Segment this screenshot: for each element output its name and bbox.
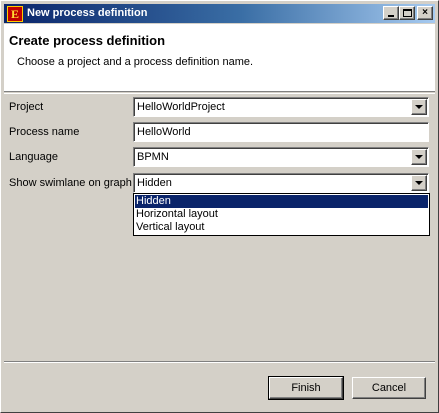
- process-name-input[interactable]: [136, 125, 424, 139]
- swimlane-label: Show swimlane on graph: [9, 177, 132, 189]
- swimlane-option-horizontal[interactable]: Horizontal layout: [135, 208, 428, 221]
- language-label: Language: [9, 151, 58, 163]
- project-select[interactable]: HelloWorldProject: [133, 97, 429, 117]
- chevron-down-icon: [415, 155, 423, 159]
- language-select[interactable]: BPMN: [133, 147, 429, 167]
- page-description: Choose a project and a process definitio…: [17, 56, 254, 68]
- minimize-button[interactable]: [383, 6, 399, 20]
- project-value: HelloWorldProject: [137, 101, 225, 113]
- footer-divider: [4, 361, 435, 363]
- swimlane-value: Hidden: [137, 177, 172, 189]
- close-icon: ×: [422, 7, 428, 18]
- app-icon: E: [7, 6, 23, 22]
- swimlane-options-list: Hidden Horizontal layout Vertical layout: [133, 193, 430, 236]
- maximize-icon: [403, 9, 412, 17]
- chevron-down-icon: [415, 181, 423, 185]
- close-button[interactable]: ×: [417, 6, 433, 20]
- project-label: Project: [9, 101, 44, 113]
- project-dropdown-button[interactable]: [411, 99, 427, 115]
- swimlane-option-hidden[interactable]: Hidden: [135, 195, 428, 208]
- maximize-button[interactable]: [399, 6, 415, 20]
- swimlane-dropdown-button[interactable]: [411, 175, 427, 191]
- window-title: New process definition: [27, 7, 148, 19]
- finish-button[interactable]: Finish: [268, 376, 344, 400]
- page-title: Create process definition: [9, 33, 166, 48]
- minimize-icon: [388, 15, 394, 17]
- cancel-button[interactable]: Cancel: [352, 377, 426, 399]
- language-dropdown-button[interactable]: [411, 149, 427, 165]
- swimlane-select[interactable]: Hidden: [133, 173, 429, 193]
- language-value: BPMN: [137, 151, 169, 163]
- process-name-label: Process name: [9, 126, 80, 138]
- chevron-down-icon: [415, 105, 423, 109]
- banner-divider: [4, 93, 435, 94]
- title-bar[interactable]: E New process definition ×: [4, 4, 435, 23]
- swimlane-option-vertical[interactable]: Vertical layout: [135, 221, 428, 234]
- dialog-window: E New process definition × Create proces…: [0, 0, 439, 413]
- header-banner: Create process definition Choose a proje…: [4, 24, 435, 92]
- process-name-field[interactable]: [133, 122, 429, 142]
